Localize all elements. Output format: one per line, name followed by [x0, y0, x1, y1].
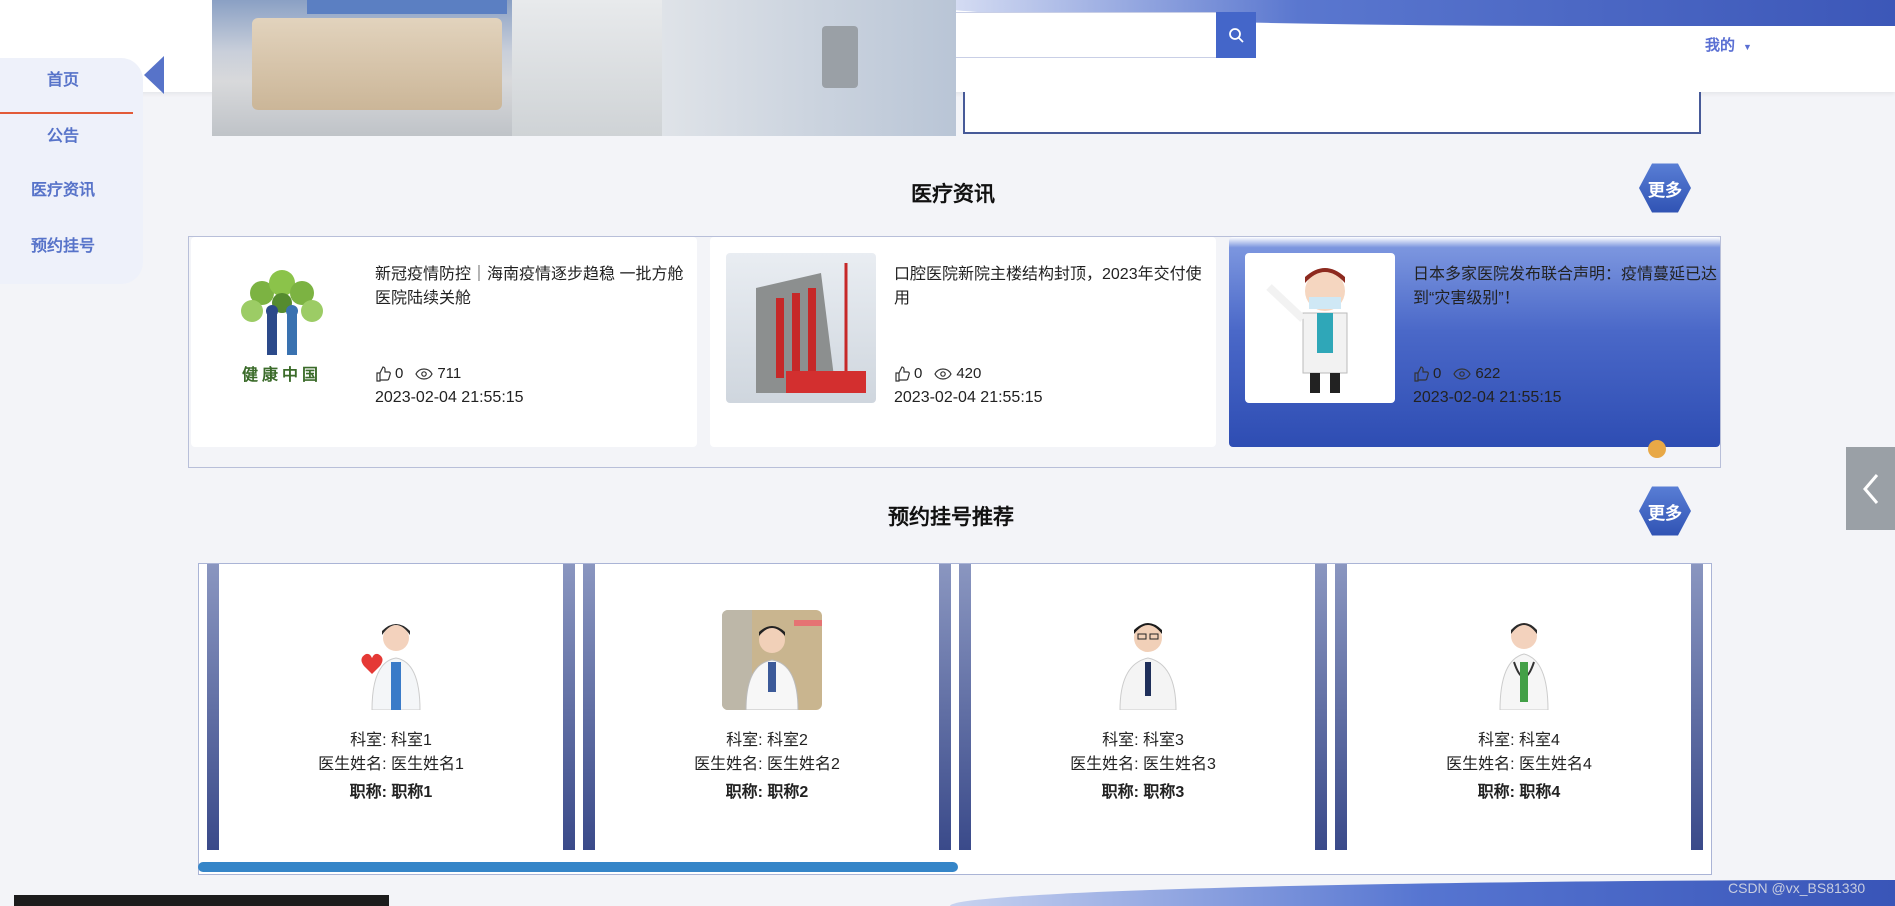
search-input[interactable]: [950, 12, 1216, 58]
eye-icon: [415, 367, 434, 380]
doctor-department: 科室: 科室2: [726, 732, 808, 749]
like-count: 0: [914, 365, 923, 382]
doctors-more-button[interactable]: 更多: [1639, 486, 1691, 536]
like-icon: [895, 365, 910, 382]
news-card-highlighted[interactable]: 日本多家医院发布联合声明：疫情蔓延已达到“灾害级别”！ 0 622 2023-0…: [1229, 237, 1720, 447]
doctor-name: 医生姓名: 医生姓名3: [1070, 756, 1216, 773]
view-count: 420: [956, 365, 982, 382]
doctor-photo: [1474, 610, 1574, 710]
eye-icon: [934, 367, 953, 380]
news-title[interactable]: 口腔医院新院主楼结构封顶，2023年交付使用: [894, 263, 1206, 311]
news-time: 2023-02-04 21:55:15: [375, 389, 524, 406]
doctors-section-title: 预约挂号推荐: [888, 506, 1014, 529]
doctor-card[interactable]: 科室: 科室2 医生姓名: 医生姓名2 职称: 职称2: [583, 564, 951, 850]
user-menu-label: 我的: [1705, 37, 1736, 54]
news-stats: 0 420: [894, 365, 993, 382]
like-count: 0: [1433, 365, 1442, 382]
news-image: [1245, 253, 1395, 403]
like-icon: [1414, 365, 1429, 382]
view-count: 711: [437, 365, 462, 382]
doctor-title: 职称: 职称1: [349, 784, 433, 801]
hero-banner-image: [212, 0, 956, 136]
news-image: [726, 253, 876, 403]
doctor-department: 科室: 科室3: [1102, 732, 1184, 749]
doctor-photo: [1098, 610, 1198, 710]
doctor-card[interactable]: 科室: 科室1 医生姓名: 医生姓名1 职称: 职称1: [207, 564, 575, 850]
search-button[interactable]: [1216, 12, 1256, 58]
view-count: 622: [1475, 365, 1501, 382]
news-card[interactable]: 口腔医院新院主楼结构封顶，2023年交付使用 0 420 2023-02-04 …: [710, 237, 1216, 447]
doctor-photo: [346, 610, 446, 710]
doctor-title: 职称: 职称2: [725, 784, 809, 801]
news-stats: 0 622: [1413, 365, 1512, 382]
news-time: 2023-02-04 21:55:15: [894, 389, 1043, 406]
doctor-card[interactable]: 科室: 科室3 医生姓名: 医生姓名3 职称: 职称3: [959, 564, 1327, 850]
news-section-title: 医疗资讯: [911, 183, 995, 206]
doctor-photo: [722, 610, 822, 710]
news-more-button[interactable]: 更多: [1639, 163, 1691, 213]
news-title[interactable]: 新冠疫情防控｜海南疫情逐步趋稳 一批方舱医院陆续关舱: [375, 263, 687, 311]
search-icon: [1229, 28, 1244, 43]
watermark-text: CSDN @vx_BS81330: [1728, 880, 1866, 896]
sidebar-pointer-icon: [144, 56, 164, 94]
user-menu[interactable]: 我的 ▼: [1705, 34, 1752, 55]
chevron-left-icon: [1862, 473, 1878, 504]
news-stats: 0 711: [375, 365, 473, 382]
sidebar-active-underline: [0, 112, 133, 114]
news-title[interactable]: 日本多家医院发布联合声明：疫情蔓延已达到“灾害级别”！: [1413, 263, 1720, 311]
doctor-title: 职称: 职称4: [1477, 784, 1561, 801]
news-carousel: 健康中国 新冠疫情防控｜海南疫情逐步趋稳 一批方舱医院陆续关舱 0 711 20…: [188, 236, 1721, 468]
like-count: 0: [395, 365, 404, 382]
doctor-department: 科室: 科室1: [350, 732, 432, 749]
doctor-name: 医生姓名: 医生姓名4: [1446, 756, 1592, 773]
mouse-cursor-indicator: [1648, 440, 1666, 458]
news-image-caption: 健康中国: [241, 365, 322, 384]
doctor-name: 医生姓名: 医生姓名1: [318, 756, 464, 773]
footer-dark-bar: [14, 895, 389, 906]
side-collapse-tab[interactable]: [1846, 447, 1895, 530]
doctor-carousel: 科室: 科室1 医生姓名: 医生姓名1 职称: 职称1 科室: 科室2 医生姓名…: [198, 563, 1712, 875]
like-icon: [376, 365, 391, 382]
doctor-department: 科室: 科室4: [1478, 732, 1560, 749]
eye-icon: [1453, 367, 1472, 380]
news-card[interactable]: 健康中国 新冠疫情防控｜海南疫情逐步趋稳 一批方舱医院陆续关舱 0 711 20…: [191, 237, 697, 447]
sidebar-item-medical-news[interactable]: 医疗资讯: [0, 176, 126, 200]
sidebar-item-appointment[interactable]: 预约挂号: [0, 232, 126, 256]
caret-down-icon: ▼: [1743, 42, 1752, 52]
sidebar-item-notice[interactable]: 公告: [0, 122, 126, 146]
news-image: 健康中国: [207, 253, 357, 403]
doctor-title: 职称: 职称3: [1101, 784, 1185, 801]
sidebar-nav: 首页 公告 医疗资讯 预约挂号: [0, 58, 143, 284]
doctor-name: 医生姓名: 医生姓名2: [694, 756, 840, 773]
sidebar-item-home[interactable]: 首页: [0, 66, 126, 90]
notice-panel: [963, 92, 1701, 134]
doctor-card[interactable]: 科室: 科室4 医生姓名: 医生姓名4 职称: 职称4: [1335, 564, 1703, 850]
carousel-scrollbar[interactable]: [198, 862, 958, 872]
news-time: 2023-02-04 21:55:15: [1413, 389, 1562, 406]
